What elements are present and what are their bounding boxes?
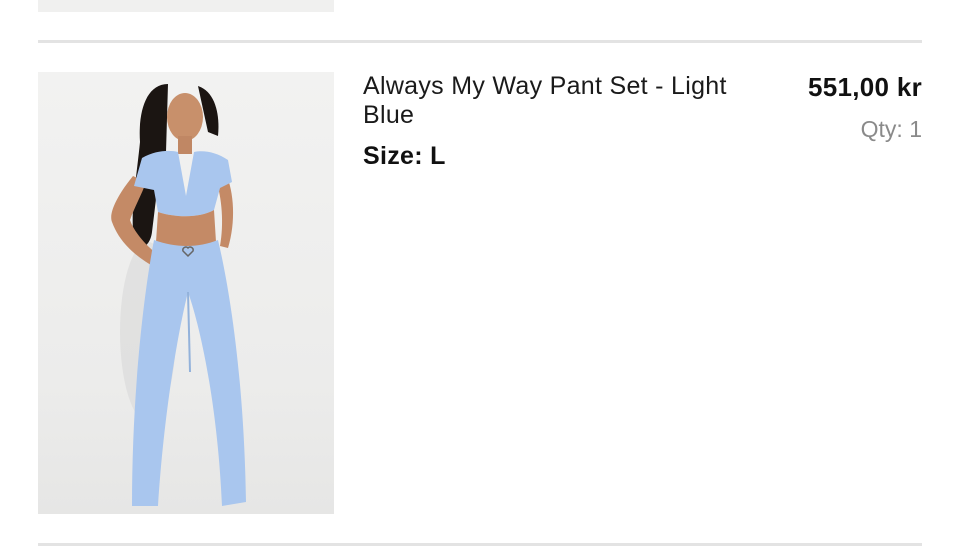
model-illustration — [111, 84, 246, 506]
product-quantity: Qty: 1 — [860, 116, 922, 142]
cart-page: Always My Way Pant Set - Light Blue Size… — [0, 0, 960, 552]
product-image[interactable] — [38, 72, 334, 514]
product-price: 551,00 kr — [807, 72, 922, 102]
previous-item-image[interactable] — [38, 0, 334, 12]
divider — [38, 40, 922, 43]
product-name[interactable]: Always My Way Pant Set - Light Blue — [363, 72, 763, 130]
product-size: Size: L — [363, 142, 446, 170]
divider — [38, 543, 922, 546]
cart-item: Always My Way Pant Set - Light Blue Size… — [38, 72, 922, 514]
